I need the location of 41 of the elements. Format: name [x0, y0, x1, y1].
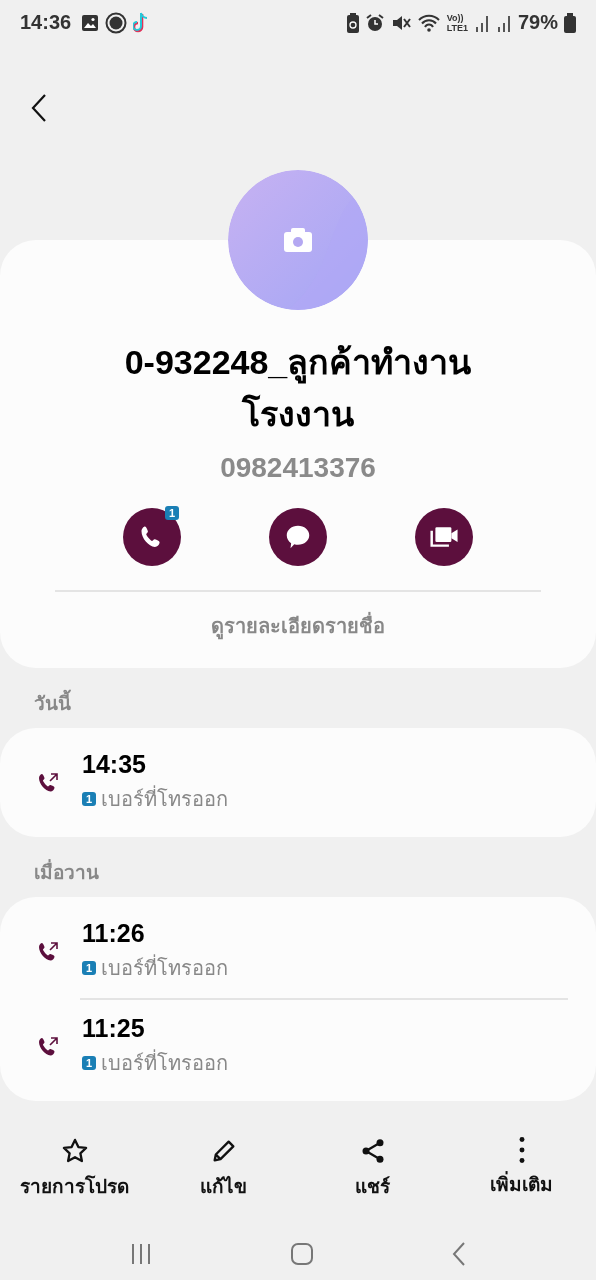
more-action-button[interactable]: เพิ่มเติม: [451, 1137, 592, 1201]
battery-percentage: 79%: [517, 11, 558, 34]
signal-icon: [473, 13, 490, 32]
outgoing-call-icon: [36, 1034, 60, 1059]
back-icon[interactable]: [30, 92, 48, 123]
record-icon: [105, 11, 128, 34]
date-heading: เมื่อวาน: [0, 837, 596, 897]
outgoing-call-icon: [36, 939, 60, 964]
date-heading: วันนี้: [0, 668, 596, 728]
call-type: เบอร์ที่โทรออก: [101, 1047, 229, 1079]
call-time: 11:25: [82, 1014, 146, 1043]
edit-action-button[interactable]: แก้ไข: [153, 1137, 294, 1201]
message-button[interactable]: [269, 508, 327, 566]
network-label: Vo)): [446, 12, 465, 23]
sim-badge: 1: [82, 961, 97, 975]
home-icon[interactable]: [290, 1242, 314, 1266]
phone-number: 0982413376: [220, 452, 376, 484]
call-type: เบอร์ที่โทรออก: [101, 952, 229, 984]
battery-saver-icon: [346, 12, 359, 33]
sim-badge: 1: [164, 506, 179, 520]
more-icon: [518, 1137, 525, 1163]
sim-badge: 1: [82, 792, 97, 806]
gallery-icon: [81, 13, 100, 32]
call-button[interactable]: 1: [123, 508, 181, 566]
battery-icon: [564, 12, 576, 33]
video-call-button[interactable]: [415, 508, 473, 566]
network-label: LTE1: [446, 22, 468, 33]
back-nav-icon[interactable]: [451, 1241, 468, 1267]
sim-badge: 1: [82, 1056, 97, 1070]
alarm-icon: [364, 12, 385, 33]
call-type: เบอร์ที่โทรออก: [101, 783, 229, 815]
signal-icon: [495, 13, 512, 32]
call-time: 14:35: [82, 750, 147, 779]
status-time: 14:36: [20, 11, 72, 34]
share-action-button[interactable]: แชร์: [302, 1137, 443, 1201]
star-action-button[interactable]: รายการโปรด: [4, 1137, 145, 1201]
call-time: 11:26: [82, 919, 146, 948]
star-icon: [60, 1137, 89, 1165]
outgoing-call-icon: [36, 770, 60, 795]
contact-name: 0-932248_ลูกค้าทำงาน โรงงาน: [123, 342, 473, 435]
wifi-icon: [416, 12, 441, 33]
